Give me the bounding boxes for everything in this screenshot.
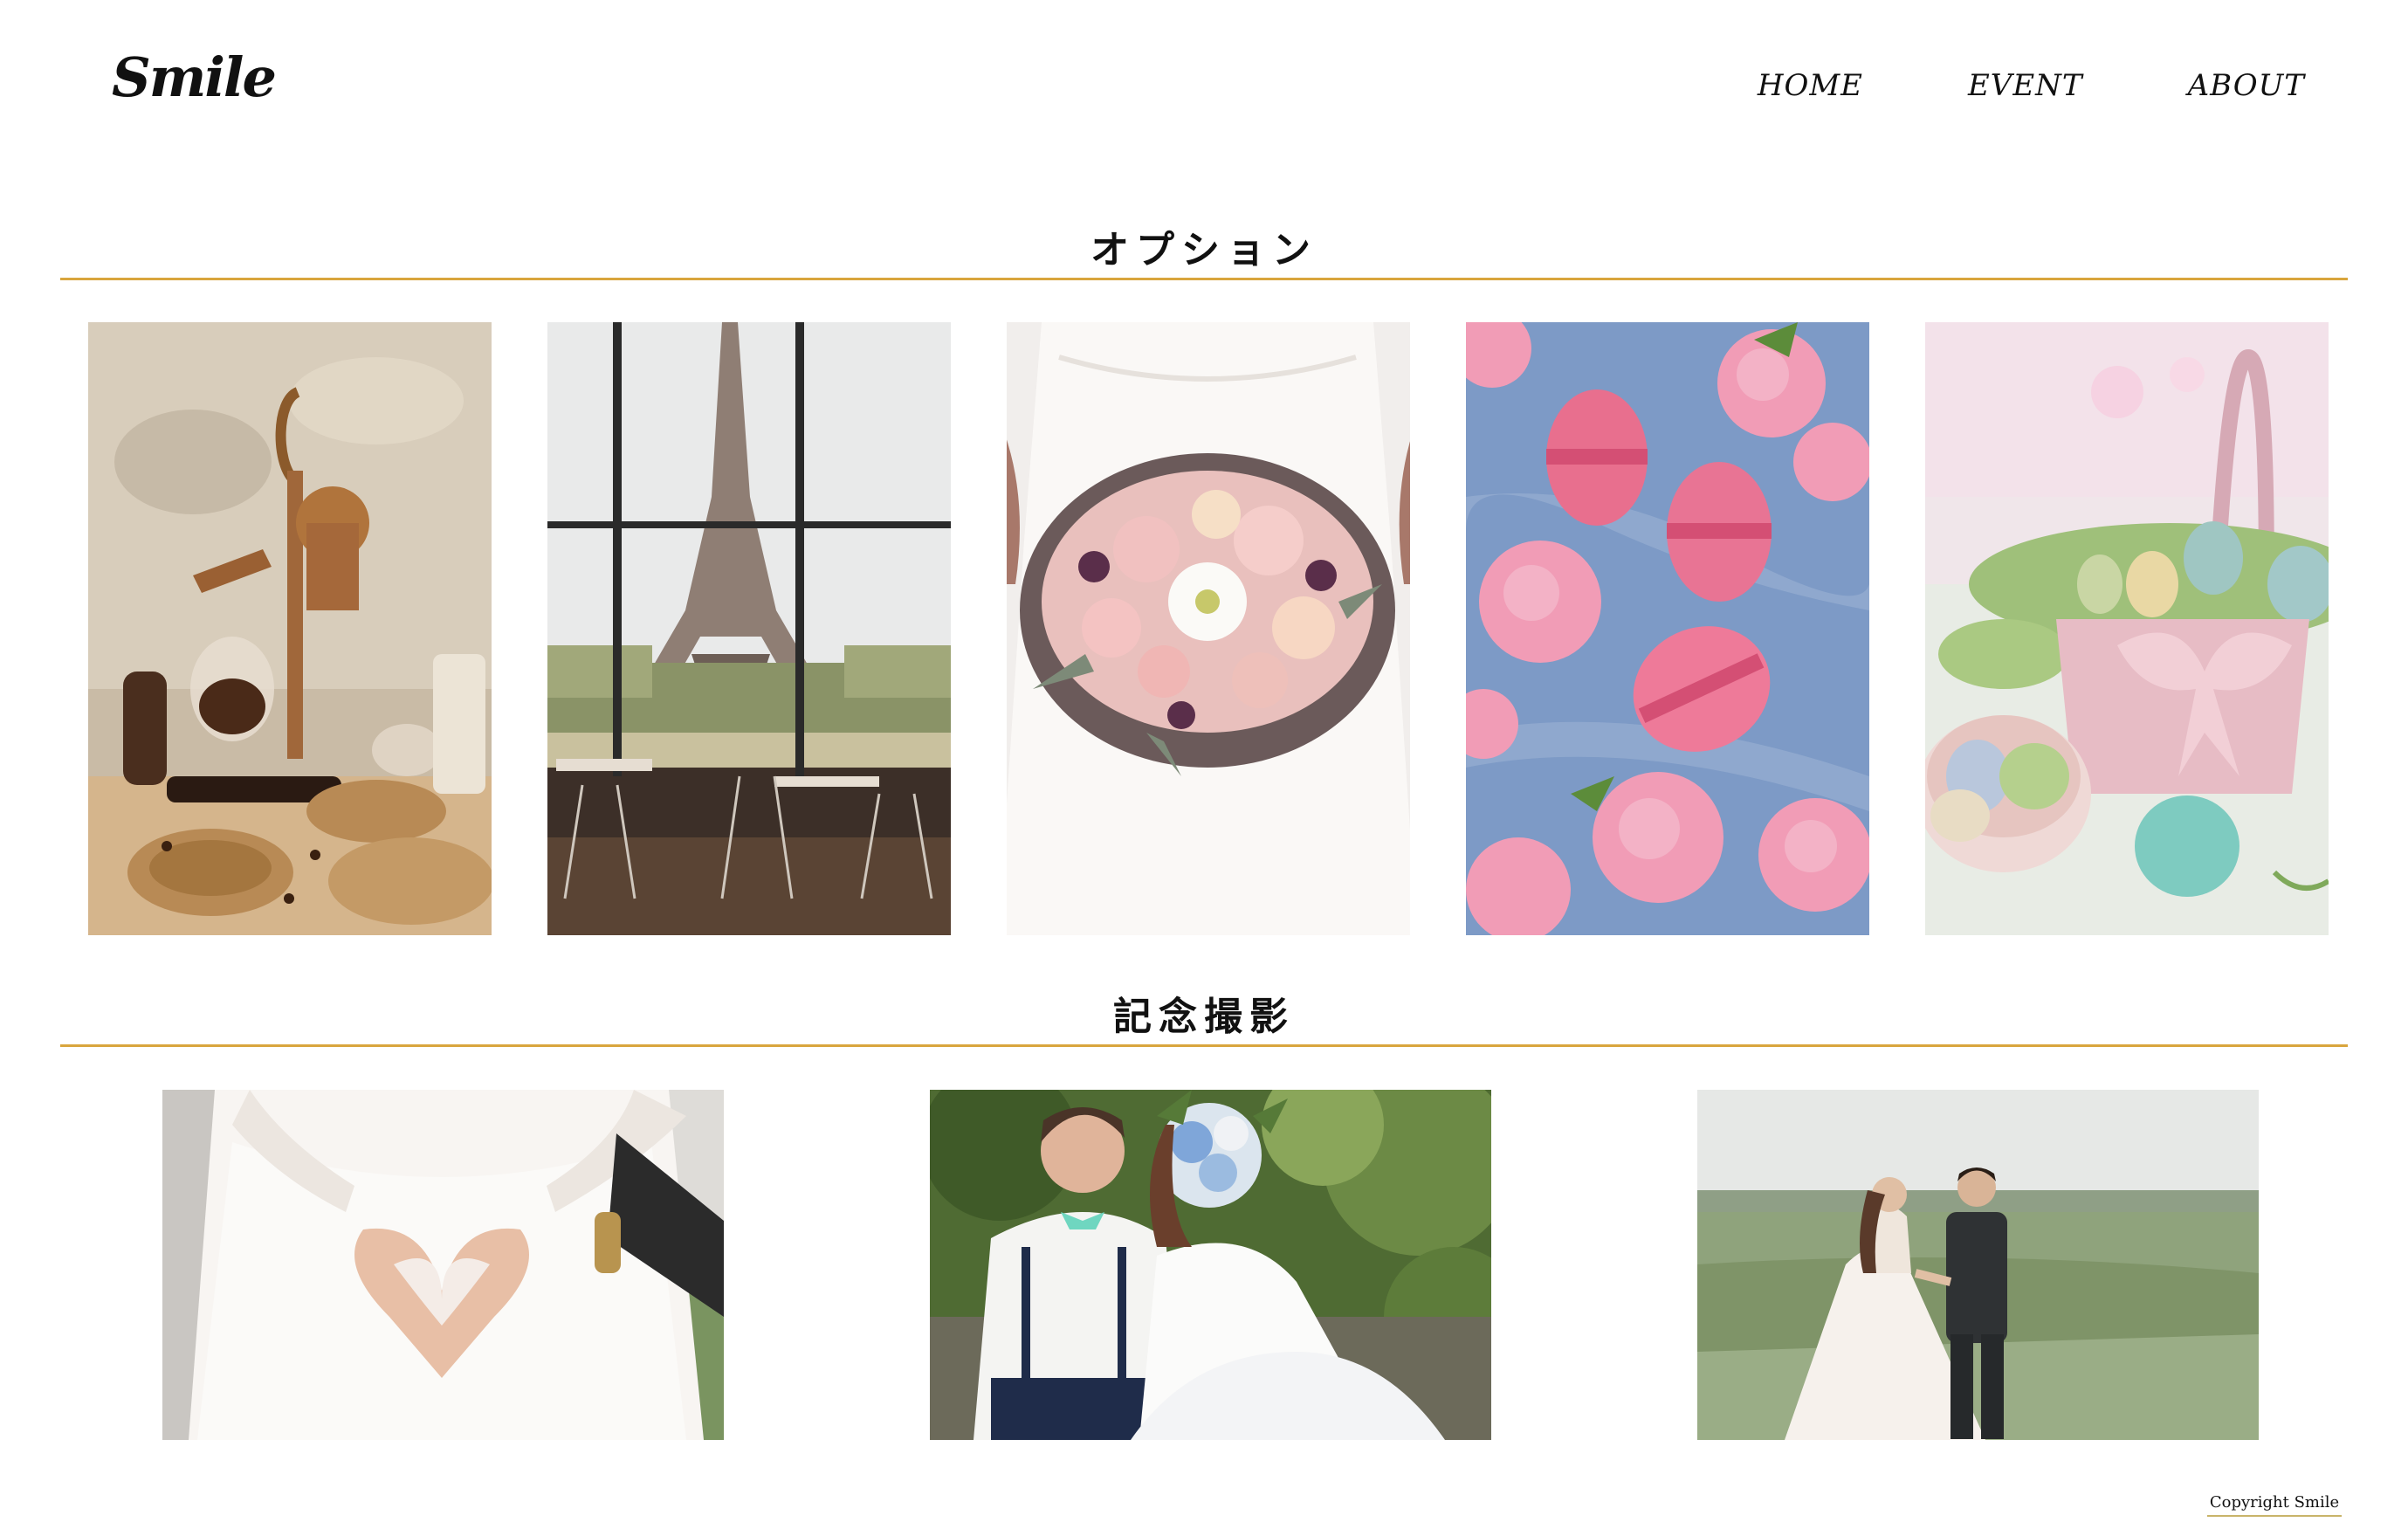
options-divider — [60, 278, 2348, 280]
photo-image-couple-field[interactable] — [1697, 1090, 2259, 1440]
main-nav: HOME EVENT ABOUT — [1758, 68, 2305, 103]
photo-divider — [60, 1044, 2348, 1047]
option-image-bouquet[interactable] — [1007, 322, 1410, 935]
option-image-coffee[interactable] — [88, 322, 492, 935]
option-image-easter[interactable] — [1925, 322, 2329, 935]
options-section-title: オプション — [1090, 228, 1318, 272]
nav-home-link[interactable]: HOME — [1758, 68, 1863, 103]
option-image-eiffel[interactable] — [547, 322, 951, 935]
page: Smile HOME EVENT ABOUT オプション 記念撮影 Copyri… — [0, 0, 2408, 1529]
option-image-macarons[interactable] — [1466, 322, 1869, 935]
nav-about-link[interactable]: ABOUT — [2188, 68, 2305, 103]
copyright-text: Copyright Smile — [2207, 1493, 2342, 1517]
photo-image-heart-hands[interactable] — [162, 1090, 724, 1440]
site-logo[interactable]: Smile — [112, 45, 277, 109]
nav-event-link[interactable]: EVENT — [1968, 68, 2083, 103]
photo-image-couple-bouquet[interactable] — [930, 1090, 1491, 1440]
photo-section-title: 記念撮影 — [1113, 995, 1295, 1039]
